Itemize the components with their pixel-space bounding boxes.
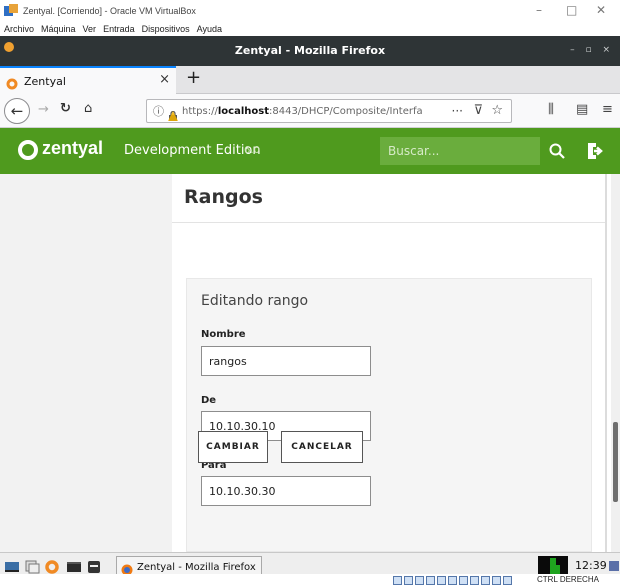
- taskbar-clock[interactable]: 12:39: [575, 559, 607, 572]
- form-heading: Editando rango: [201, 293, 309, 309]
- zentyal-favicon-icon: [6, 75, 18, 90]
- show-desktop-icon[interactable]: [4, 560, 20, 574]
- change-button[interactable]: CAMBIAR: [198, 431, 268, 463]
- virtualbox-window-title: Zentyal. [Corriendo] - Oracle VM Virtual…: [23, 6, 196, 16]
- reload-icon[interactable]: ↻: [60, 101, 71, 116]
- menu-ver[interactable]: Ver: [83, 24, 97, 34]
- virtualbox-icon: [4, 4, 18, 18]
- window-list-icon[interactable]: [86, 560, 102, 574]
- file-manager-icon[interactable]: [24, 560, 40, 574]
- session-icon[interactable]: [606, 559, 620, 573]
- logout-icon[interactable]: [580, 138, 610, 164]
- sidebar: [0, 174, 172, 552]
- maximize-button[interactable]: □: [566, 3, 577, 17]
- host-key-icon: [503, 576, 512, 585]
- edition-label: Development Edition: [124, 143, 261, 158]
- to-field[interactable]: [201, 476, 371, 506]
- virtualbox-statusbar: CTRL DERECHA: [0, 574, 620, 588]
- menu-ayuda[interactable]: Ayuda: [197, 24, 222, 34]
- zentyal-logo-icon: [18, 140, 38, 160]
- taskbar-task-label: Zentyal - Mozilla Firefox: [137, 561, 256, 573]
- name-label: Nombre: [201, 329, 246, 340]
- menu-dispositivos[interactable]: Dispositivos: [142, 24, 190, 34]
- forward-arrow-icon[interactable]: →: [38, 102, 49, 117]
- from-label: De: [201, 395, 217, 406]
- firefox-icon: [121, 561, 133, 576]
- terminal-icon[interactable]: [66, 560, 82, 574]
- content-right-border: [605, 174, 607, 552]
- virtualbox-menubar: Archivo Máquina Ver Entrada Dispositivos…: [0, 22, 620, 36]
- pocket-icon[interactable]: ⊽: [473, 103, 483, 118]
- zentyal-launcher-icon[interactable]: [44, 560, 60, 574]
- firefox-titlebar: Zentyal - Mozilla Firefox – ▫ ×: [0, 36, 620, 66]
- shared-folder-icon: [448, 576, 457, 585]
- sidebar-toggle-icon[interactable]: ▤: [576, 102, 588, 117]
- menu-maquina[interactable]: Máquina: [41, 24, 76, 34]
- guest-screen: Zentyal - Mozilla Firefox – ▫ × Zentyal …: [0, 36, 620, 588]
- edit-range-form: Editando rango Nombre De Para: [186, 278, 592, 552]
- tab-close-icon[interactable]: ×: [159, 72, 170, 87]
- firefox-window-title: Zentyal - Mozilla Firefox: [234, 44, 386, 57]
- display-icon: [459, 576, 468, 585]
- network-icon: [426, 576, 435, 585]
- zentyal-header: zentyal Development Edition 6.0: [0, 128, 620, 174]
- version-label: 6.0: [244, 145, 260, 156]
- menu-archivo[interactable]: Archivo: [4, 24, 34, 34]
- page-scrollbar[interactable]: [611, 174, 620, 552]
- new-tab-button[interactable]: +: [186, 67, 201, 88]
- search-input[interactable]: [380, 137, 540, 165]
- navigation-bar: ← → ↻ ⌂ ⓘ https://localhost:8443/DHCP/Co…: [0, 94, 620, 128]
- optical-drive-icon: [404, 576, 413, 585]
- mouse-integration-icon: [481, 576, 490, 585]
- library-icon[interactable]: ⫼: [548, 102, 554, 117]
- host-key-label: CTRL DERECHA: [537, 575, 599, 584]
- url-bar[interactable]: ⓘ https://localhost:8443/DHCP/Composite/…: [146, 99, 512, 123]
- back-arrow-icon[interactable]: ←: [4, 98, 30, 124]
- keyboard-icon: [492, 576, 501, 585]
- name-field[interactable]: [201, 346, 371, 376]
- virtualbox-window: Zentyal. [Corriendo] - Oracle VM Virtual…: [0, 0, 620, 588]
- hamburger-menu-icon[interactable]: ≡: [602, 102, 613, 117]
- minimize-button[interactable]: –: [536, 3, 542, 17]
- hard-disk-icon: [393, 576, 402, 585]
- usb-icon: [437, 576, 446, 585]
- tab-strip: Zentyal × +: [0, 66, 620, 94]
- page-title: Rangos: [184, 186, 263, 208]
- zentyal-logo[interactable]: zentyal: [42, 138, 103, 159]
- search-icon[interactable]: [540, 137, 574, 165]
- site-info-icon[interactable]: ⓘ: [153, 103, 164, 119]
- device-status-icons[interactable]: [393, 576, 512, 585]
- virtualbox-titlebar: Zentyal. [Corriendo] - Oracle VM Virtual…: [0, 0, 620, 22]
- cpu-monitor-icon: [538, 556, 568, 576]
- url-text: https://localhost:8443/DHCP/Composite/In…: [182, 105, 423, 117]
- insecure-lock-icon[interactable]: [168, 106, 178, 121]
- main-content: Rangos Editando rango Nombre De Para CAM…: [172, 174, 610, 552]
- cancel-button[interactable]: CANCELAR: [281, 431, 363, 463]
- page-actions-icon[interactable]: ···: [452, 104, 463, 118]
- tab-zentyal[interactable]: Zentyal ×: [0, 66, 176, 94]
- audio-icon: [415, 576, 424, 585]
- firefox-window-controls[interactable]: – ▫ ×: [570, 45, 614, 55]
- home-icon[interactable]: ⌂: [84, 101, 92, 116]
- tab-label: Zentyal: [24, 74, 66, 88]
- video-capture-icon: [470, 576, 479, 585]
- close-button[interactable]: ✕: [596, 3, 606, 17]
- bookmark-star-icon[interactable]: ☆: [491, 103, 503, 118]
- title-divider: [172, 222, 605, 223]
- menu-entrada[interactable]: Entrada: [103, 24, 135, 34]
- scrollbar-thumb[interactable]: [613, 422, 618, 502]
